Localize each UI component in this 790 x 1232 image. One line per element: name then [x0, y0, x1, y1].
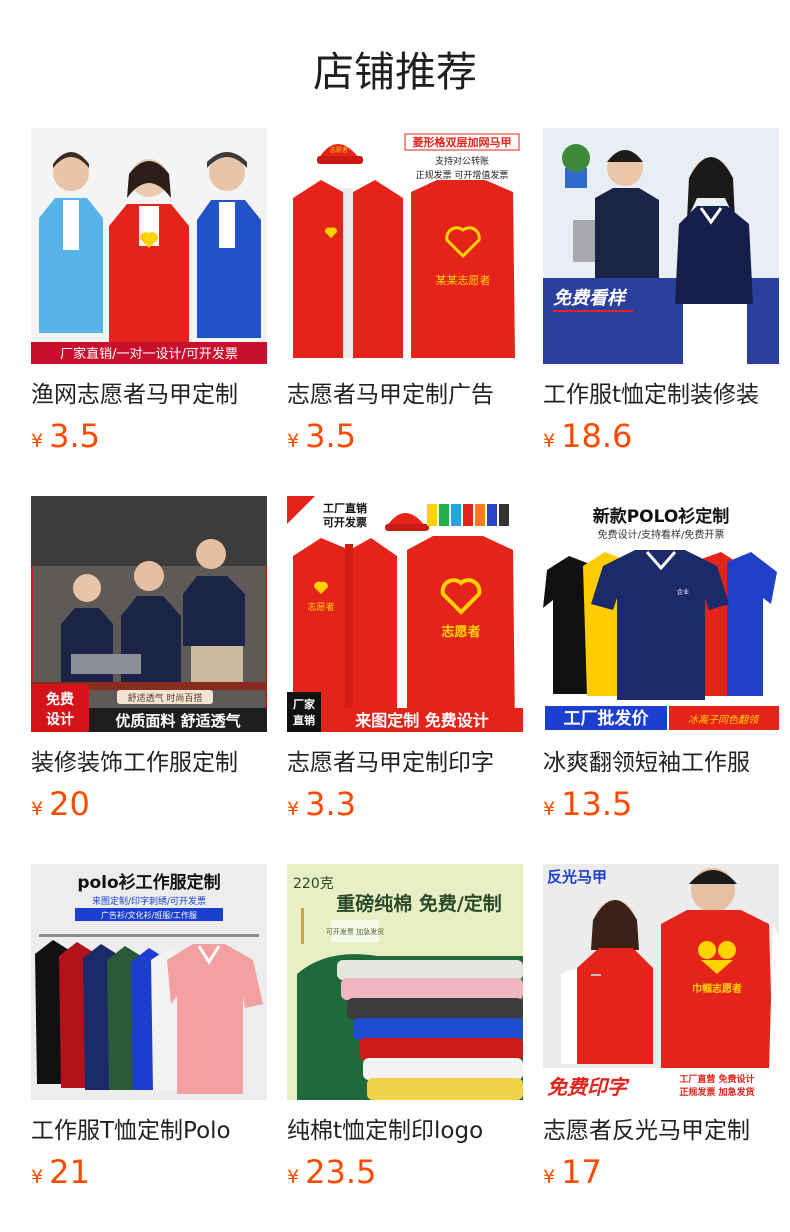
- image-corner2: 可开发票: [323, 515, 367, 529]
- price-row: ¥23.5: [287, 1152, 376, 1192]
- product-card[interactable]: 新款POLO衫定制 免费设计/支持看样/免费开票 企业 工厂批发价 冰离子同色翻…: [543, 496, 779, 836]
- image-headline: 菱形格双层加网马甲: [413, 135, 512, 149]
- product-title[interactable]: 志愿者马甲定制印字: [287, 746, 523, 780]
- product-price: 17: [561, 1153, 602, 1191]
- image-banner-right: 冰离子同色翻领: [688, 714, 760, 726]
- image-sub: 免费设计/支持看样/免费开票: [598, 528, 725, 541]
- image-badge-text: 免费看样: [553, 288, 628, 309]
- product-title[interactable]: 纯棉t恤定制印logo: [287, 1114, 523, 1148]
- image-banner-text: 免费印字: [547, 1075, 630, 1099]
- product-card[interactable]: 220克 重磅纯棉 免费/定制 可开发票 加急发货 纯棉t恤定制印logo ¥2…: [287, 864, 523, 1204]
- price-row: ¥21: [31, 1152, 90, 1192]
- product-card[interactable]: 反光马甲 巾帼志愿者 免费印字 工厂直营 免费设计 正规发票 加急发货 志愿者反…: [543, 864, 779, 1204]
- currency-symbol: ¥: [31, 430, 44, 452]
- image-box-bottom: 直销: [293, 713, 315, 727]
- price-row: ¥3.5: [31, 416, 100, 456]
- product-title[interactable]: 志愿者马甲定制广告: [287, 378, 523, 412]
- product-image[interactable]: 工厂直销 可开发票 志愿者 志愿者 厂家 直销 来图定制 免费设计: [287, 496, 523, 732]
- product-card[interactable]: 舒适透气 时尚百搭 免费 设计 优质面料 舒适透气 装修装饰工作服定制 ¥20: [31, 496, 267, 836]
- product-price: 21: [49, 1153, 90, 1191]
- image-banner-text: 优质面料 舒适透气: [115, 712, 240, 730]
- image-corner: 工厂直销: [323, 501, 367, 515]
- image-tag: 舒适透气 时尚百搭: [128, 692, 203, 704]
- product-image[interactable]: 220克 重磅纯棉 免费/定制 可开发票 加急发货: [287, 864, 523, 1100]
- product-title[interactable]: 志愿者反光马甲定制: [543, 1114, 779, 1148]
- product-image[interactable]: 反光马甲 巾帼志愿者 免费印字 工厂直营 免费设计 正规发票 加急发货: [543, 864, 779, 1100]
- image-headline: polo衫工作服定制: [77, 872, 220, 893]
- product-price: 3.3: [305, 785, 356, 823]
- image-sub2: 广告衫/文化衫/班服/工作服: [101, 910, 197, 920]
- image-front-text: 志愿者: [307, 601, 334, 613]
- image-line1: 支持对公转账: [435, 155, 489, 167]
- product-image[interactable]: 舒适透气 时尚百搭 免费 设计 优质面料 舒适透气: [31, 496, 267, 732]
- image-banner-text: 来图定制 免费设计: [354, 711, 489, 730]
- image-box-top: 厂家: [293, 697, 316, 711]
- currency-symbol: ¥: [287, 1166, 300, 1188]
- currency-symbol: ¥: [31, 798, 44, 820]
- price-row: ¥13.5: [543, 784, 632, 824]
- page-title: 店铺推荐: [313, 48, 477, 96]
- currency-symbol: ¥: [543, 430, 556, 452]
- currency-symbol: ¥: [287, 798, 300, 820]
- product-title[interactable]: 工作服t恤定制装修装: [543, 378, 779, 412]
- image-sub: 来图定制/印字刺绣/可开发票: [92, 895, 206, 907]
- svg-text:企业: 企业: [677, 588, 689, 596]
- product-price: 20: [49, 785, 90, 823]
- image-banner-r1: 工厂直营 免费设计: [679, 1073, 754, 1085]
- product-image[interactable]: 免费看样: [543, 128, 779, 364]
- currency-symbol: ¥: [31, 1166, 44, 1188]
- product-price: 3.5: [305, 417, 356, 455]
- image-back-text: 志愿者: [441, 624, 480, 640]
- image-badge-bottom: 设计: [46, 711, 74, 728]
- image-weight: 220克: [293, 876, 334, 892]
- currency-symbol: ¥: [287, 430, 300, 452]
- image-banner-r2: 正规发票 加急发货: [679, 1086, 754, 1098]
- image-badge-top: 免费: [46, 691, 74, 708]
- product-title[interactable]: 渔网志愿者马甲定制: [31, 378, 267, 412]
- image-banner-left: 工厂批发价: [564, 708, 650, 729]
- currency-symbol: ¥: [543, 798, 556, 820]
- price-row: ¥3.5: [287, 416, 356, 456]
- price-row: ¥17: [543, 1152, 602, 1192]
- price-row: ¥20: [31, 784, 90, 824]
- product-card[interactable]: 厂家直销/一对一设计/可开发票 渔网志愿者马甲定制 ¥3.5: [31, 128, 267, 468]
- product-title[interactable]: 工作服T恤定制Polo: [31, 1114, 267, 1148]
- product-card[interactable]: 工厂直销 可开发票 志愿者 志愿者 厂家 直销 来图定制 免费设计 志愿者马甲定…: [287, 496, 523, 836]
- product-card[interactable]: 免费看样 工作服t恤定制装修装 ¥18.6: [543, 128, 779, 468]
- image-headline: 重磅纯棉 免费/定制: [336, 892, 502, 915]
- product-image[interactable]: 新款POLO衫定制 免费设计/支持看样/免费开票 企业 工厂批发价 冰离子同色翻…: [543, 496, 779, 732]
- product-price: 13.5: [561, 785, 633, 823]
- product-card[interactable]: polo衫工作服定制 来图定制/印字刺绣/可开发票 广告衫/文化衫/班服/工作服…: [31, 864, 267, 1204]
- product-title[interactable]: 装修装饰工作服定制: [31, 746, 267, 780]
- svg-text:志愿者: 志愿者: [330, 146, 348, 154]
- image-tag: 可开发票 加急发货: [326, 927, 384, 936]
- price-row: ¥3.3: [287, 784, 356, 824]
- price-row: ¥18.6: [543, 416, 632, 456]
- image-line2: 正规发票 可开增值发票: [416, 169, 509, 181]
- product-price: 23.5: [305, 1153, 377, 1191]
- product-image[interactable]: 志愿者 某某志愿者 菱形格双层加网马甲 支持对公转账 正规发票 可开增值发票: [287, 128, 523, 364]
- product-price: 18.6: [561, 417, 633, 455]
- image-vest-text: 巾帼志愿者: [692, 982, 742, 995]
- image-headline: 新款POLO衫定制: [593, 506, 730, 527]
- image-corner: 反光马甲: [547, 868, 607, 886]
- product-price: 3.5: [49, 417, 100, 455]
- currency-symbol: ¥: [543, 1166, 556, 1188]
- image-banner-text: 厂家直销/一对一设计/可开发票: [60, 346, 238, 362]
- product-card[interactable]: 志愿者 某某志愿者 菱形格双层加网马甲 支持对公转账 正规发票 可开增值发票 志…: [287, 128, 523, 468]
- product-image[interactable]: 厂家直销/一对一设计/可开发票: [31, 128, 267, 364]
- product-title[interactable]: 冰爽翻领短袖工作服: [543, 746, 779, 780]
- image-back-text: 某某志愿者: [436, 274, 491, 287]
- product-image[interactable]: polo衫工作服定制 来图定制/印字刺绣/可开发票 广告衫/文化衫/班服/工作服: [31, 864, 267, 1100]
